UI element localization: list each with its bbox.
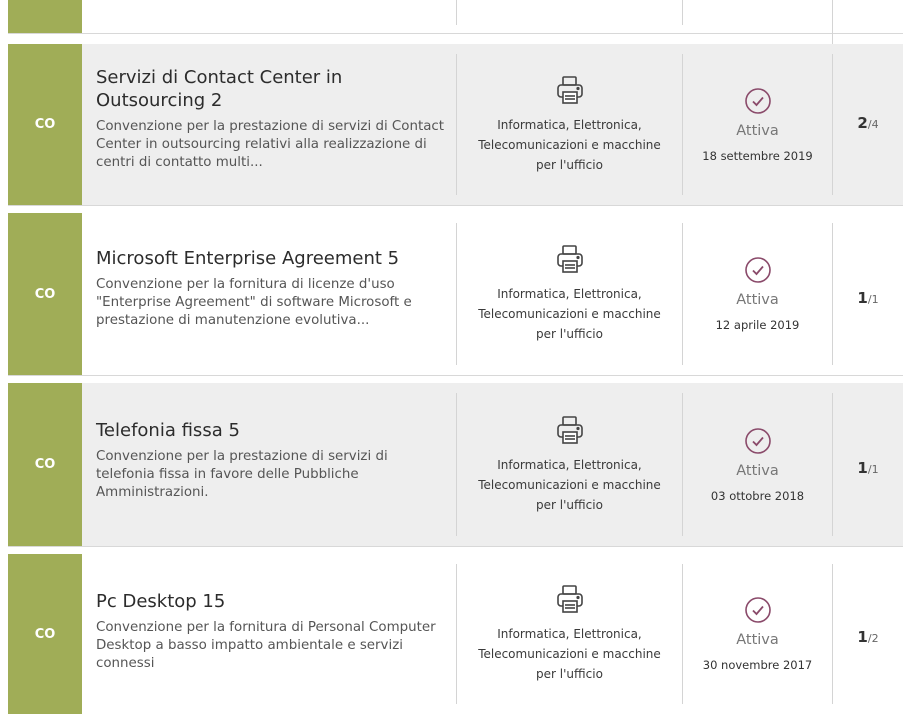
status-date: 03 ottobre 2018 [710, 488, 805, 503]
category-cell: Informatica, Elettronica, Telecomunicazio… [456, 564, 682, 704]
lot-count-cell: 2/4 [832, 54, 903, 195]
status-date: 12 aprile 2019 [715, 318, 800, 332]
category-badge: CO [8, 213, 82, 375]
status-cell: Attiva 03 ottobre 2018 [682, 393, 832, 536]
category-label: Informatica, Elettronica, Telecomunicazio… [478, 287, 661, 341]
convention-card[interactable]: CO Servizi di Contact Center in Outsourc… [8, 44, 903, 206]
category-cell [456, 0, 682, 25]
card-info [82, 0, 456, 33]
status-date: 18 settembre 2019 [702, 148, 813, 163]
convention-card[interactable]: CO Telefonia fissa 5 Convenzione per la … [8, 383, 903, 547]
status-cell: Attiva 12 aprile 2019 [682, 223, 832, 365]
category-badge: CO [8, 383, 82, 546]
lot-count: 1/1 [857, 459, 879, 477]
category-badge: CO [8, 44, 82, 205]
convention-card[interactable]: CO Pc Desktop 15 Convenzione per la forn… [8, 554, 903, 714]
convention-description: Convenzione per la fornitura di Personal… [96, 620, 436, 671]
card-info: Microsoft Enterprise Agreement 5 Convenz… [82, 213, 456, 375]
lot-count: 1/2 [857, 628, 879, 646]
status-cell: Attiva 30 novembre 2017 [682, 564, 832, 704]
convention-card[interactable]: CO Microsoft Enterprise Agreement 5 Conv… [8, 213, 903, 376]
check-circle-icon [744, 596, 772, 624]
check-circle-icon [744, 256, 772, 284]
convention-title[interactable]: Microsoft Enterprise Agreement 5 [96, 247, 444, 270]
printer-icon [555, 584, 585, 614]
status-cell [682, 0, 832, 25]
category-label: Informatica, Elettronica, Telecomunicazio… [478, 117, 661, 172]
partial-card[interactable] [8, 0, 903, 56]
lot-count: 1/1 [857, 289, 879, 307]
printer-icon [555, 75, 585, 105]
category-cell: Informatica, Elettronica, Telecomunicazio… [456, 54, 682, 195]
status-label: Attiva [736, 462, 779, 479]
status-label: Attiva [736, 632, 779, 648]
convention-title[interactable]: Pc Desktop 15 [96, 590, 444, 613]
category-cell: Informatica, Elettronica, Telecomunicazio… [456, 223, 682, 365]
category-label: Informatica, Elettronica, Telecomunicazio… [478, 627, 661, 681]
status-date: 30 novembre 2017 [702, 658, 813, 672]
card-info: Telefonia fissa 5 Convenzione per la pre… [82, 383, 456, 546]
status-label: Attiva [736, 292, 779, 308]
lot-count-cell: 1/2 [832, 564, 903, 704]
status-label: Attiva [736, 122, 779, 139]
lot-count-cell: 1/1 [832, 223, 903, 365]
category-label: Informatica, Elettronica, Telecomunicazio… [478, 457, 661, 512]
lot-count-cell: 1/1 [832, 393, 903, 536]
check-circle-icon [744, 427, 772, 455]
category-badge: CO [8, 554, 82, 714]
convention-title[interactable]: Servizi di Contact Center in Outsourcing… [96, 66, 396, 112]
check-circle-icon [744, 87, 772, 115]
status-cell: Attiva 18 settembre 2019 [682, 54, 832, 195]
printer-icon [555, 415, 585, 445]
printer-icon [555, 244, 585, 274]
convention-description: Convenzione per la prestazione di serviz… [96, 119, 445, 170]
card-info: Pc Desktop 15 Convenzione per la fornitu… [82, 554, 456, 714]
category-badge [8, 0, 82, 33]
convention-description: Convenzione per la fornitura di licenze … [96, 277, 412, 328]
lot-count: 2/4 [857, 114, 879, 132]
convention-description: Convenzione per la prestazione di serviz… [96, 449, 388, 500]
card-info: Servizi di Contact Center in Outsourcing… [82, 44, 456, 205]
category-cell: Informatica, Elettronica, Telecomunicazio… [456, 393, 682, 536]
convention-title[interactable]: Telefonia fissa 5 [96, 419, 444, 442]
